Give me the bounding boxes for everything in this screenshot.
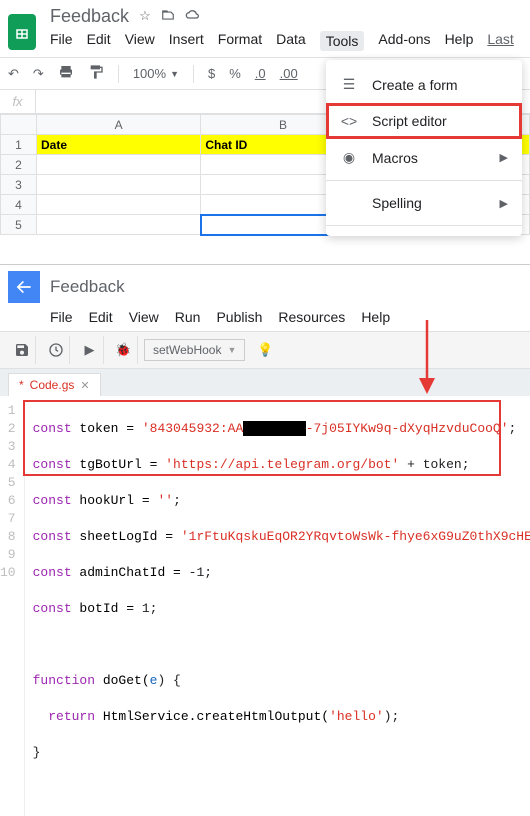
script-menu-publish[interactable]: Publish <box>216 309 262 325</box>
formula-bar-label: fx <box>0 90 36 113</box>
chevron-right-icon: ▶ <box>500 197 508 210</box>
record-icon: ◉ <box>340 149 358 166</box>
move-icon[interactable] <box>161 8 175 25</box>
document-title[interactable]: Feedback <box>50 6 129 27</box>
back-button[interactable] <box>8 271 40 303</box>
menu-insert[interactable]: Insert <box>169 31 204 51</box>
menu-data[interactable]: Data <box>276 31 306 51</box>
run-button[interactable]: ▶ <box>76 336 104 364</box>
cloud-icon[interactable] <box>185 8 201 25</box>
menu-item-script-editor[interactable]: <> Script editor <box>326 103 522 139</box>
dirty-indicator: * <box>19 378 24 392</box>
paint-format-icon[interactable] <box>88 64 104 83</box>
debug-button[interactable]: 🐞 <box>110 336 138 364</box>
increase-decimal-button[interactable]: .00 <box>280 66 298 81</box>
script-toolbar: ▶ 🐞 setWebHook▼ 💡 <box>0 331 530 369</box>
menu-file[interactable]: File <box>50 31 73 51</box>
script-icon: <> <box>340 113 358 129</box>
script-menubar: File Edit View Run Publish Resources Hel… <box>0 303 530 331</box>
decrease-decimal-button[interactable]: .0 <box>255 66 266 81</box>
star-icon[interactable]: ☆ <box>139 8 151 25</box>
script-menu-resources[interactable]: Resources <box>278 309 345 325</box>
percent-button[interactable]: % <box>229 66 241 81</box>
annotation-arrow <box>415 320 445 400</box>
code-editor[interactable]: const token = '843045932:AA████████-7j05… <box>25 402 530 816</box>
script-menu-help[interactable]: Help <box>361 309 390 325</box>
menu-view[interactable]: View <box>125 31 155 51</box>
function-select[interactable]: setWebHook▼ <box>144 339 245 361</box>
zoom-select[interactable]: 100%▼ <box>133 66 179 81</box>
menu-tools[interactable]: Tools <box>320 31 365 51</box>
col-header-a[interactable]: A <box>37 115 201 135</box>
trigger-button[interactable] <box>42 336 70 364</box>
tools-dropdown: ☰ Create a form <> Script editor ◉ Macro… <box>326 60 522 236</box>
menu-edit[interactable]: Edit <box>87 31 111 51</box>
sheets-logo[interactable] <box>8 14 36 50</box>
save-button[interactable] <box>8 336 36 364</box>
cell-a1[interactable]: Date <box>37 135 201 155</box>
tab-codegs[interactable]: *Code.gs ✕ <box>8 373 101 396</box>
lightbulb-icon[interactable]: 💡 <box>251 336 279 364</box>
script-project-title[interactable]: Feedback <box>50 277 125 297</box>
menu-help[interactable]: Help <box>445 31 474 51</box>
undo-icon[interactable]: ↶ <box>8 66 19 82</box>
sheets-menubar: File Edit View Insert Format Data Tools … <box>50 27 514 57</box>
menu-addons[interactable]: Add-ons <box>378 31 430 51</box>
currency-button[interactable]: $ <box>208 66 215 81</box>
chevron-right-icon: ▶ <box>500 151 508 164</box>
redo-icon[interactable]: ↷ <box>33 66 44 82</box>
row-header[interactable]: 1 <box>1 135 37 155</box>
form-icon: ☰ <box>340 76 358 93</box>
script-menu-view[interactable]: View <box>129 309 159 325</box>
print-icon[interactable] <box>58 64 74 83</box>
menu-format[interactable]: Format <box>218 31 262 51</box>
menu-item-macros[interactable]: ◉ Macros ▶ <box>326 139 522 176</box>
line-gutter: 12345678910 <box>0 402 25 816</box>
menu-item-create-form[interactable]: ☰ Create a form <box>326 66 522 103</box>
last-edit-link[interactable]: Last <box>487 31 513 51</box>
script-menu-run[interactable]: Run <box>175 309 201 325</box>
menu-item-spelling[interactable]: Spelling ▶ <box>326 185 522 221</box>
script-menu-edit[interactable]: Edit <box>89 309 113 325</box>
close-tab-icon[interactable]: ✕ <box>80 379 89 392</box>
script-menu-file[interactable]: File <box>50 309 73 325</box>
